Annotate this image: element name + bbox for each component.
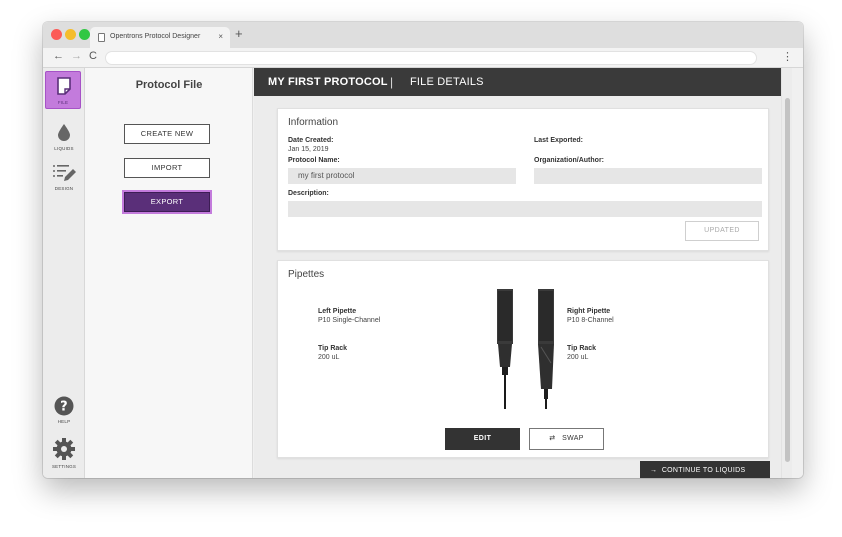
protocol-file-sidebar: Protocol File CREATE NEW IMPORT EXPORT	[85, 68, 253, 478]
nav-design[interactable]: DESIGN	[43, 162, 85, 198]
import-button[interactable]: IMPORT	[124, 158, 210, 178]
browser-menu-icon[interactable]: ⋮	[782, 50, 793, 63]
page-header: MY FIRST PROTOCOL | FILE DETAILS	[254, 68, 792, 96]
forward-icon[interactable]: →	[71, 50, 82, 62]
address-bar[interactable]	[105, 51, 757, 65]
nav-file[interactable]: FILE	[45, 71, 81, 109]
left-tiprack-value: 200 uL	[318, 354, 340, 361]
nav-help[interactable]: ? HELP	[43, 396, 85, 430]
swap-icon: ⇄	[549, 435, 556, 442]
continue-to-liquids-button[interactable]: → CONTINUE TO LIQUIDS	[640, 461, 770, 478]
nav-design-label: DESIGN	[54, 186, 74, 191]
browser-navbar: ← → C ⋮	[43, 48, 803, 68]
information-card: Information Date Created: Jan 15, 2019 L…	[277, 108, 769, 251]
protocol-name-input[interactable]: my first protocol	[288, 168, 516, 184]
reload-icon[interactable]: C	[89, 50, 97, 62]
pipettes-title: Pipettes	[288, 269, 325, 280]
protocol-title: MY FIRST PROTOCOL	[268, 76, 388, 88]
design-icon	[53, 165, 76, 181]
information-title: Information	[288, 117, 339, 128]
section-title: FILE DETAILS	[410, 76, 484, 88]
maximize-window-button[interactable]	[79, 29, 90, 40]
scrollbar-thumb[interactable]	[785, 98, 790, 462]
new-tab-button[interactable]: +	[235, 26, 243, 41]
nav-settings-label: SETTINGS	[51, 464, 77, 469]
droplet-icon	[58, 124, 70, 141]
right-tiprack-label: Tip Rack	[567, 345, 597, 352]
right-tiprack-value: 200 uL	[567, 354, 589, 361]
continue-button-label: CONTINUE TO LIQUIDS	[661, 467, 746, 474]
organization-label: Organization/Author:	[534, 157, 604, 164]
nav-liquids[interactable]: LIQUIDS	[43, 120, 85, 156]
updated-button[interactable]: UPDATED	[685, 221, 759, 241]
main-content: MY FIRST PROTOCOL | FILE DETAILS Informa…	[254, 68, 792, 478]
edit-pipettes-button[interactable]: EDIT	[445, 428, 520, 450]
help-icon: ?	[54, 396, 74, 416]
browser-tab[interactable]: Opentrons Protocol Designer ×	[90, 27, 230, 48]
nav-rail: FILE LIQUIDS DESIGN ? HELP SETTINGS	[43, 68, 85, 478]
last-exported-label: Last Exported:	[534, 137, 584, 144]
page-icon	[98, 33, 105, 42]
right-pipette-label: Right Pipette	[567, 308, 611, 315]
swap-button-label: SWAP	[562, 435, 584, 442]
protocol-name-label: Protocol Name:	[288, 157, 340, 164]
browser-window: Opentrons Protocol Designer × + ← → C ⋮ …	[43, 22, 803, 478]
right-pipette-value: P10 8-Channel	[567, 317, 614, 324]
minimize-window-button[interactable]	[65, 29, 76, 40]
create-new-button[interactable]: CREATE NEW	[124, 124, 210, 144]
pipettes-card: Pipettes Left Pipette P10 Single-Channel…	[277, 260, 769, 458]
svg-text:?: ?	[60, 400, 68, 415]
arrow-right-icon: →	[650, 467, 658, 474]
browser-tab-title: Opentrons Protocol Designer	[110, 33, 201, 40]
left-pipette-value: P10 Single-Channel	[318, 317, 381, 324]
header-separator: |	[390, 75, 394, 89]
nav-liquids-label: LIQUIDS	[54, 146, 74, 151]
organization-input[interactable]	[534, 168, 762, 184]
date-created-value: Jan 15, 2019	[288, 146, 329, 153]
back-icon[interactable]: ←	[53, 50, 64, 62]
browser-tabbar: Opentrons Protocol Designer × +	[43, 22, 803, 48]
tab-close-icon[interactable]: ×	[218, 32, 223, 41]
close-window-button[interactable]	[51, 29, 62, 40]
sidebar-title: Protocol File	[135, 79, 203, 91]
export-button[interactable]: EXPORT	[124, 192, 210, 212]
description-label: Description:	[288, 190, 329, 197]
date-created-label: Date Created:	[288, 137, 334, 144]
nav-help-label: HELP	[57, 419, 71, 424]
scrollbar[interactable]	[781, 68, 792, 478]
file-icon	[57, 77, 71, 95]
swap-pipettes-button[interactable]: ⇄ SWAP	[529, 428, 604, 450]
right-pipette-image	[538, 289, 554, 409]
nav-settings[interactable]: SETTINGS	[43, 438, 85, 474]
description-input[interactable]	[288, 201, 762, 217]
nav-file-label: FILE	[57, 100, 69, 105]
left-pipette-label: Left Pipette	[318, 308, 357, 315]
gear-icon	[53, 438, 75, 460]
app: FILE LIQUIDS DESIGN ? HELP SETTINGS Prot…	[43, 68, 803, 478]
left-tiprack-label: Tip Rack	[318, 345, 348, 352]
left-pipette-image	[497, 289, 513, 409]
